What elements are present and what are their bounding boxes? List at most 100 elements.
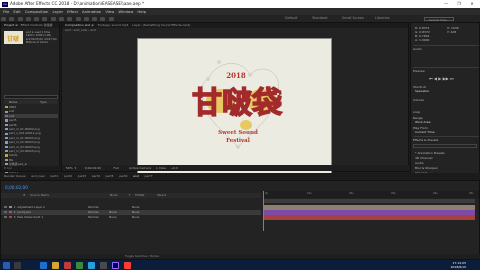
after-effects-taskbar-icon[interactable]: [112, 261, 119, 269]
range-dropdown[interactable]: Work Area: [415, 120, 430, 124]
menu-help[interactable]: Help: [137, 8, 146, 15]
comp-canvas[interactable]: 2018 甘啵袋 Sweet Sound Festival: [137, 38, 332, 185]
magnification-dropdown[interactable]: 50%: [66, 166, 73, 170]
label-color-icon[interactable]: [9, 205, 12, 209]
tab-comp-active[interactable]: end: [133, 174, 139, 178]
eye-icon[interactable]: [4, 215, 7, 219]
view-layout-dropdown[interactable]: 1 View: [156, 166, 166, 170]
app-icon[interactable]: [76, 261, 83, 269]
brush-tool-icon[interactable]: [83, 16, 89, 21]
effects-search-input[interactable]: [413, 144, 477, 148]
app-icon[interactable]: [124, 261, 131, 269]
breadcrumb-item[interactable]: end: [65, 28, 71, 32]
tab-render-queue[interactable]: Render Queue: [4, 174, 26, 178]
app-icon[interactable]: [64, 261, 71, 269]
app-icon[interactable]: [100, 261, 107, 269]
eye-icon[interactable]: [4, 205, 7, 209]
tab-comp[interactable]: part4: [92, 174, 100, 178]
current-time-readout[interactable]: 0;00;02;00: [85, 166, 101, 170]
eye-icon[interactable]: [4, 210, 7, 214]
effect-category[interactable]: * Animation Presets: [415, 151, 445, 155]
workspace-libraries[interactable]: Libraries: [375, 15, 390, 22]
layer-bar[interactable]: [263, 215, 475, 220]
layer-row[interactable]: 3 Pale Yellow Solid 1 Normal None None: [1, 215, 261, 220]
shape-tool-icon[interactable]: [58, 16, 64, 21]
tab-comp[interactable]: part1: [50, 174, 58, 178]
effect-category[interactable]: 3D Channel: [415, 156, 433, 160]
work-area-bar[interactable]: [263, 199, 475, 203]
layer-bar[interactable]: [263, 205, 475, 210]
playhead[interactable]: [263, 191, 264, 231]
toggle-switches-modes[interactable]: Toggle Switches / Modes: [125, 254, 159, 258]
breadcrumb-item[interactable]: end: [90, 28, 96, 32]
menu-edit[interactable]: Edit: [13, 8, 20, 15]
maximize-button[interactable]: ❐: [453, 0, 465, 8]
rotate-tool-icon[interactable]: [34, 16, 40, 21]
menu-view[interactable]: View: [105, 8, 114, 15]
pen-tool-icon[interactable]: [67, 16, 73, 21]
menu-layer[interactable]: Layer: [52, 8, 63, 15]
layer-parent-dropdown[interactable]: None: [132, 205, 139, 209]
close-button[interactable]: ✕: [466, 0, 478, 8]
tab-comp[interactable]: part5: [106, 174, 114, 178]
layer-bar[interactable]: [263, 210, 475, 215]
camera-dropdown[interactable]: Active Camera: [129, 166, 151, 170]
chevron-down-icon[interactable]: ▾: [75, 166, 77, 170]
play-from-dropdown[interactable]: Current Time: [415, 130, 435, 134]
menu-window[interactable]: Window: [118, 8, 133, 15]
tab-comp[interactable]: part6: [119, 174, 127, 178]
tab-comp[interactable]: part7: [145, 174, 153, 178]
current-time-display[interactable]: 0;00;02;00: [5, 185, 28, 190]
selection-tool-icon[interactable]: [9, 16, 15, 21]
clone-tool-icon[interactable]: [92, 16, 98, 21]
minimize-button[interactable]: —: [440, 0, 452, 8]
workspace-standard[interactable]: Standard: [312, 15, 327, 22]
breadcrumb-item[interactable]: end_new: [74, 28, 87, 32]
puppet-tool-icon[interactable]: [108, 16, 114, 21]
browser-icon[interactable]: [40, 261, 47, 269]
app-icon[interactable]: [88, 261, 95, 269]
shortcut-dropdown[interactable]: Spacebar: [415, 89, 429, 93]
menu-effect[interactable]: Effect: [67, 8, 78, 15]
menu-animation[interactable]: Animation: [82, 8, 101, 15]
label-color-icon[interactable]: [9, 210, 12, 214]
column-type[interactable]: Type: [40, 100, 46, 104]
layer-parent-dropdown[interactable]: None: [132, 215, 139, 219]
layer-parent-dropdown[interactable]: None: [132, 210, 139, 214]
folder-icon[interactable]: [52, 261, 59, 269]
search-help-input[interactable]: Search Help: [424, 16, 454, 22]
column-name[interactable]: Name: [9, 100, 17, 104]
home-icon[interactable]: [1, 16, 6, 21]
system-clock[interactable]: 17:12:05 2018/6/10: [451, 261, 466, 269]
tab-comp[interactable]: part2: [64, 174, 72, 178]
workspace-default[interactable]: Default: [285, 15, 297, 22]
eraser-tool-icon[interactable]: [100, 16, 106, 21]
tab-composition[interactable]: Composition end ≡: [65, 23, 94, 27]
menu-composition[interactable]: Composition: [25, 8, 49, 15]
start-icon[interactable]: [3, 261, 10, 269]
time-ruler[interactable]: 0s 01s 02s 03s 04s 05s: [263, 191, 479, 198]
label-color-icon[interactable]: [9, 215, 12, 219]
tab-comp[interactable]: end_new: [31, 174, 44, 178]
layer-mode-dropdown[interactable]: Normal: [88, 215, 108, 220]
tab-layer[interactable]: Layer: (Something Sound Effects.mp4): [132, 23, 190, 27]
menu-file[interactable]: File: [3, 8, 9, 15]
effect-category[interactable]: Blur & Sharpen: [415, 166, 438, 170]
tab-effect-controls[interactable]: Effect Controls 甘啵袋: [21, 23, 53, 27]
tab-comp[interactable]: part3: [78, 174, 86, 178]
type-tool-icon[interactable]: [75, 16, 81, 21]
layer-name[interactable]: Pale Yellow Solid 1: [17, 215, 87, 220]
section-audio[interactable]: Audio: [413, 47, 422, 51]
project-search-input[interactable]: [4, 95, 58, 99]
resolution-dropdown[interactable]: Full: [114, 166, 119, 170]
tab-project[interactable]: Project ≡: [4, 23, 18, 27]
exposure-value[interactable]: +0.0: [171, 166, 178, 170]
pan-behind-tool-icon[interactable]: [50, 16, 56, 21]
effect-category[interactable]: Audio: [415, 161, 424, 165]
workspace-small-screen[interactable]: Small Screen: [342, 15, 364, 22]
hand-tool-icon[interactable]: [17, 16, 23, 21]
tab-footage[interactable]: Footage: sound.mp3: [98, 23, 129, 27]
section-effects-presets[interactable]: Effects & Presets: [413, 138, 438, 142]
zoom-tool-icon[interactable]: [25, 16, 31, 21]
layer-trkmat-dropdown[interactable]: None: [109, 215, 131, 220]
